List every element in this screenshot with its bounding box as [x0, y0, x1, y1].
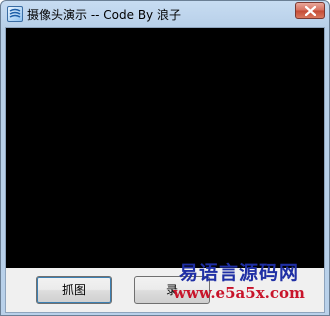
title-bar[interactable]: 摄像头演示 -- Code By 浪子 [1, 1, 329, 27]
camera-preview [6, 28, 324, 268]
app-icon[interactable] [7, 6, 23, 22]
watermark-url: www.e5a5x.com [173, 284, 305, 302]
window-title: 摄像头演示 -- Code By 浪子 [27, 8, 181, 22]
watermark-title: 易语言源码网 [178, 262, 299, 284]
watermark: 易语言源码网 www.e5a5x.com [147, 259, 329, 315]
close-icon [305, 6, 316, 16]
capture-button[interactable]: 抓图 [36, 276, 112, 304]
close-button[interactable] [295, 2, 325, 19]
app-window: 摄像头演示 -- Code By 浪子 抓图 录 易语言源码网 www.e5a5… [0, 0, 330, 316]
